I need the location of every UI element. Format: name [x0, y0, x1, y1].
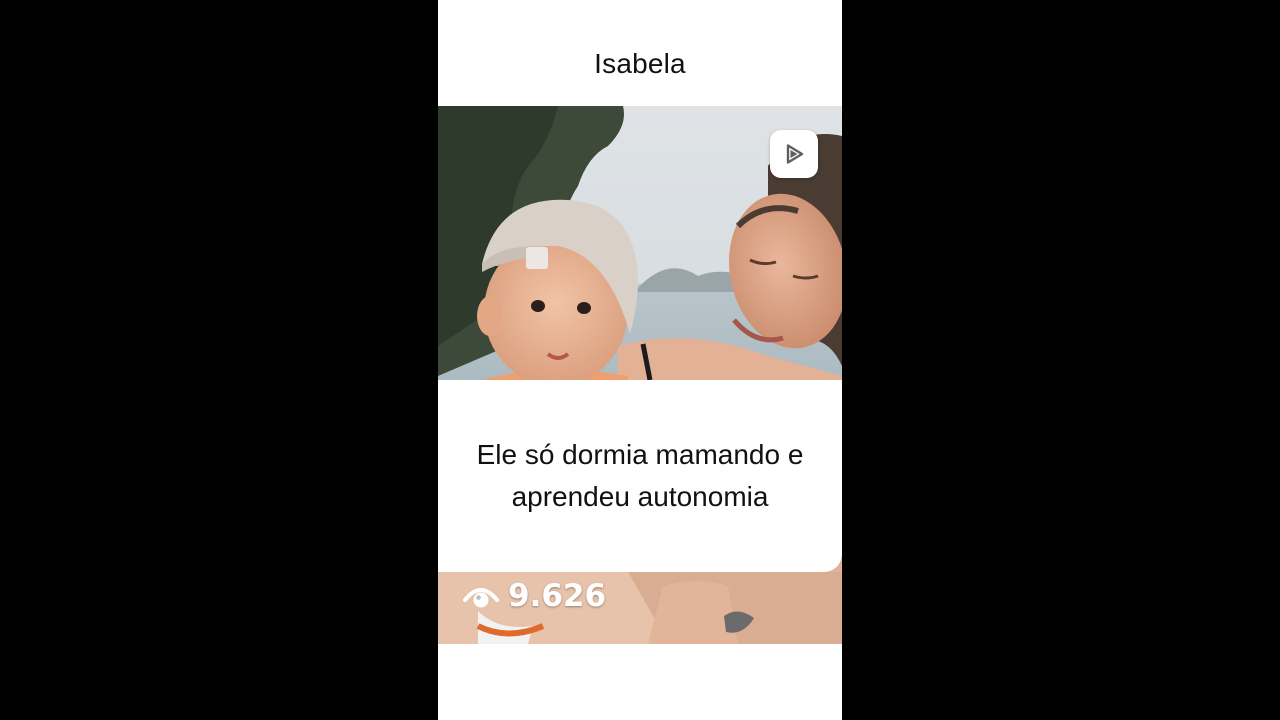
view-count: 9.626: [462, 578, 606, 614]
play-icon: [782, 142, 806, 166]
post-caption: Ele só dormia mamando e aprendeu autonom…: [476, 439, 804, 512]
eye-icon: [462, 582, 500, 610]
video-stage: Isabela Ele só dormia mamando e aprendeu…: [0, 0, 1280, 720]
profile-name: Isabela: [594, 48, 686, 79]
view-count-value: 9.626: [508, 578, 607, 614]
shorts-frame[interactable]: Isabela Ele só dormia mamando e aprendeu…: [438, 0, 842, 720]
caption-card[interactable]: Ele só dormia mamando e aprendeu autonom…: [438, 380, 842, 572]
play-button[interactable]: [770, 130, 818, 178]
